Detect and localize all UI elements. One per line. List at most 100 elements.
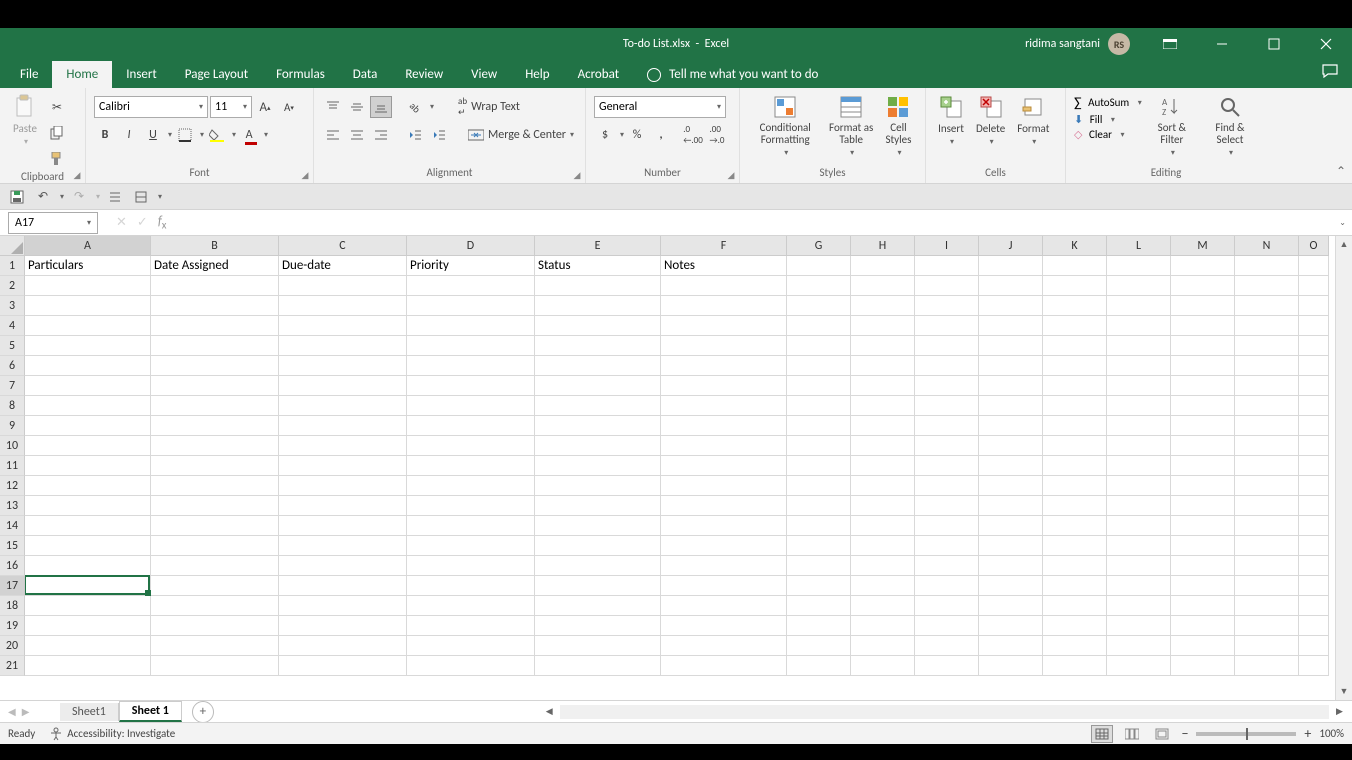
row-header[interactable]: 16	[0, 556, 25, 576]
cell[interactable]	[407, 516, 535, 536]
cell[interactable]	[979, 256, 1043, 276]
cell[interactable]	[1107, 416, 1171, 436]
cell[interactable]	[279, 296, 407, 316]
cell[interactable]	[787, 556, 851, 576]
cell[interactable]	[535, 496, 661, 516]
cell[interactable]	[851, 356, 915, 376]
cell[interactable]	[1235, 596, 1299, 616]
row-header[interactable]: 11	[0, 456, 25, 476]
decrease-decimal-button[interactable]: .00→.0	[706, 124, 728, 146]
cell[interactable]	[1107, 336, 1171, 356]
cell[interactable]	[915, 316, 979, 336]
cell[interactable]	[1299, 536, 1329, 556]
cell[interactable]	[1235, 616, 1299, 636]
cell[interactable]	[1235, 276, 1299, 296]
cell[interactable]	[851, 516, 915, 536]
cell[interactable]	[1107, 596, 1171, 616]
cell[interactable]	[1299, 656, 1329, 676]
cell[interactable]	[407, 276, 535, 296]
column-header[interactable]: M	[1171, 236, 1235, 256]
cell[interactable]: Due-date	[279, 256, 407, 276]
cell[interactable]	[851, 476, 915, 496]
cell[interactable]	[787, 476, 851, 496]
cell[interactable]	[407, 536, 535, 556]
vertical-scrollbar[interactable]: ▲▼	[1335, 236, 1352, 700]
cell[interactable]	[1107, 516, 1171, 536]
cell[interactable]	[1043, 376, 1107, 396]
cell[interactable]	[279, 636, 407, 656]
cell[interactable]	[915, 296, 979, 316]
cell[interactable]	[1299, 436, 1329, 456]
cell[interactable]	[25, 616, 151, 636]
cell[interactable]	[1107, 276, 1171, 296]
zoom-out-button[interactable]: −	[1181, 725, 1188, 742]
cell[interactable]	[979, 516, 1043, 536]
cell[interactable]	[1171, 616, 1235, 636]
cell[interactable]	[279, 316, 407, 336]
cell[interactable]	[1299, 316, 1329, 336]
cell[interactable]	[535, 636, 661, 656]
cell[interactable]	[661, 656, 787, 676]
cell[interactable]	[535, 416, 661, 436]
cell[interactable]	[407, 576, 535, 596]
redo-button[interactable]: ↷	[68, 186, 90, 208]
fx-icon[interactable]: fx	[158, 214, 167, 232]
cell[interactable]	[279, 436, 407, 456]
accessibility-status[interactable]: Accessibility: Investigate	[49, 727, 175, 741]
cell[interactable]	[1299, 636, 1329, 656]
align-right-button[interactable]	[370, 124, 392, 146]
cell[interactable]	[979, 456, 1043, 476]
cell[interactable]	[661, 476, 787, 496]
increase-indent-button[interactable]	[428, 124, 450, 146]
cell[interactable]	[279, 556, 407, 576]
cell[interactable]	[1107, 396, 1171, 416]
cell[interactable]	[979, 436, 1043, 456]
cell[interactable]	[279, 396, 407, 416]
cell[interactable]	[1043, 576, 1107, 596]
cell[interactable]	[151, 316, 279, 336]
cell[interactable]	[979, 596, 1043, 616]
cell[interactable]	[407, 616, 535, 636]
cell[interactable]	[535, 476, 661, 496]
cell[interactable]	[279, 576, 407, 596]
cell[interactable]	[1299, 516, 1329, 536]
cell[interactable]	[661, 336, 787, 356]
tab-review[interactable]: Review	[391, 61, 457, 88]
cell[interactable]	[25, 596, 151, 616]
cell[interactable]	[1171, 636, 1235, 656]
cell[interactable]	[1043, 436, 1107, 456]
cell[interactable]	[279, 596, 407, 616]
cell[interactable]	[915, 256, 979, 276]
ribbon-display-options-icon[interactable]	[1148, 28, 1192, 60]
row-header[interactable]: 14	[0, 516, 25, 536]
cell[interactable]	[1235, 516, 1299, 536]
cell[interactable]	[851, 556, 915, 576]
cell[interactable]	[1107, 496, 1171, 516]
cell[interactable]	[979, 276, 1043, 296]
cell[interactable]	[279, 476, 407, 496]
row-header[interactable]: 21	[0, 656, 25, 676]
cell[interactable]	[407, 456, 535, 476]
cell[interactable]	[915, 336, 979, 356]
cell[interactable]	[535, 436, 661, 456]
number-dialog-launcher[interactable]: ◢	[725, 169, 737, 181]
cell[interactable]	[535, 356, 661, 376]
cell[interactable]	[661, 576, 787, 596]
cell[interactable]	[979, 496, 1043, 516]
cell[interactable]	[851, 616, 915, 636]
cell[interactable]	[851, 656, 915, 676]
cell[interactable]	[1171, 476, 1235, 496]
cancel-formula-icon[interactable]: ✕	[116, 215, 127, 230]
font-name-combo[interactable]: Calibri▾	[94, 96, 208, 118]
qat-btn-1[interactable]	[104, 186, 126, 208]
cell[interactable]	[915, 616, 979, 636]
cell[interactable]	[151, 376, 279, 396]
cell[interactable]	[1171, 556, 1235, 576]
cell[interactable]	[851, 436, 915, 456]
tab-data[interactable]: Data	[339, 61, 392, 88]
add-sheet-button[interactable]: +	[192, 701, 214, 723]
fill-button[interactable]: ⬇ Fill ▾	[1074, 113, 1142, 126]
cell[interactable]	[25, 296, 151, 316]
column-header[interactable]: K	[1043, 236, 1107, 256]
cell[interactable]	[1043, 396, 1107, 416]
